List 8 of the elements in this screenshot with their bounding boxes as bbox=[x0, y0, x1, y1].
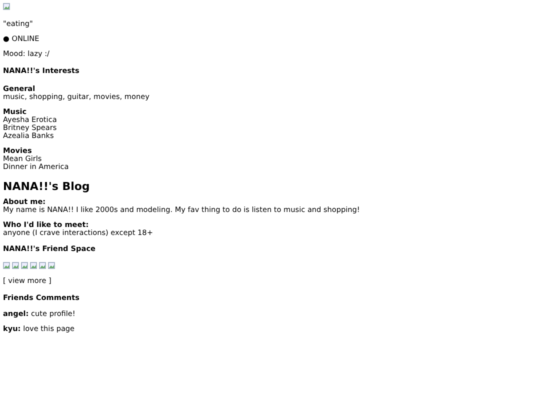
broken-image-icon[interactable] bbox=[48, 262, 55, 269]
broken-image-icon[interactable] bbox=[3, 262, 10, 269]
broken-image-icon[interactable] bbox=[21, 262, 28, 269]
broken-image-icon[interactable] bbox=[30, 262, 37, 269]
blog-title: NANA!!'s Blog bbox=[3, 180, 91, 193]
broken-image-icon[interactable] bbox=[12, 262, 19, 269]
broken-image-icon bbox=[3, 3, 10, 10]
broken-image-icon[interactable] bbox=[39, 262, 46, 269]
